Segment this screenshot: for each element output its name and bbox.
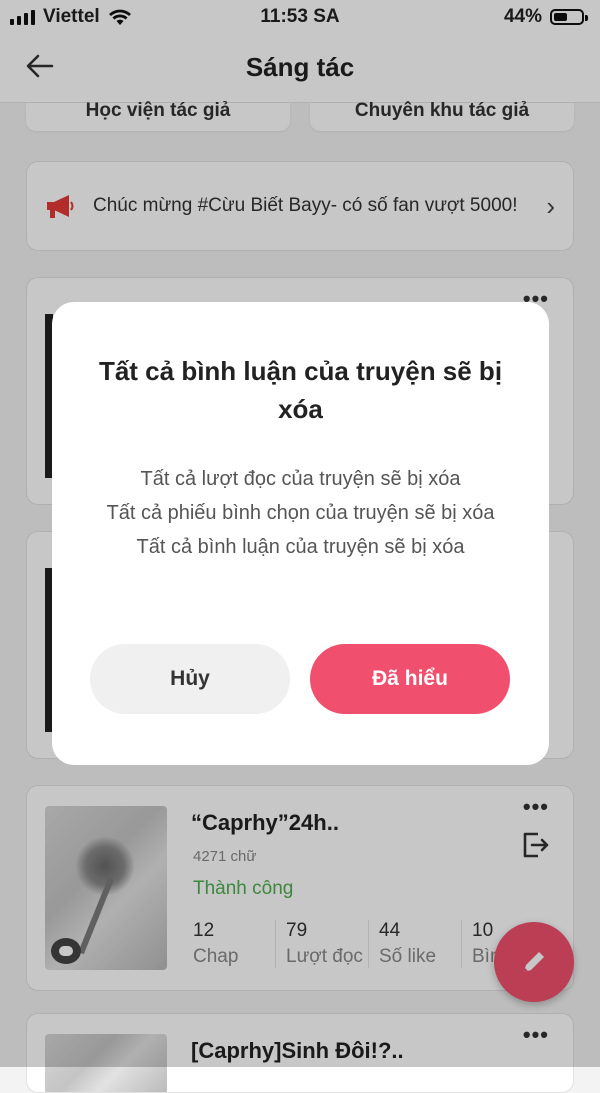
dialog-line-votes: Tất cả phiếu bình chọn của truyện sẽ bị … bbox=[106, 502, 495, 524]
warning-dialog: Tất cả bình luận của truyện sẽ bị xóa Tấ… bbox=[52, 302, 549, 765]
dialog-line-reads: Tất cả lượt đọc của truyện sẽ bị xóa bbox=[140, 468, 461, 490]
dialog-body: Tất cả lượt đọc của truyện sẽ bị xóa Tất… bbox=[92, 462, 509, 564]
cancel-button[interactable]: Hủy bbox=[90, 644, 290, 714]
confirm-button[interactable]: Đã hiểu bbox=[310, 644, 510, 714]
dialog-title: Tất cả bình luận của truyện sẽ bị xóa bbox=[98, 356, 503, 424]
dialog-line-comments: Tất cả bình luận của truyện sẽ bị xóa bbox=[136, 536, 465, 558]
